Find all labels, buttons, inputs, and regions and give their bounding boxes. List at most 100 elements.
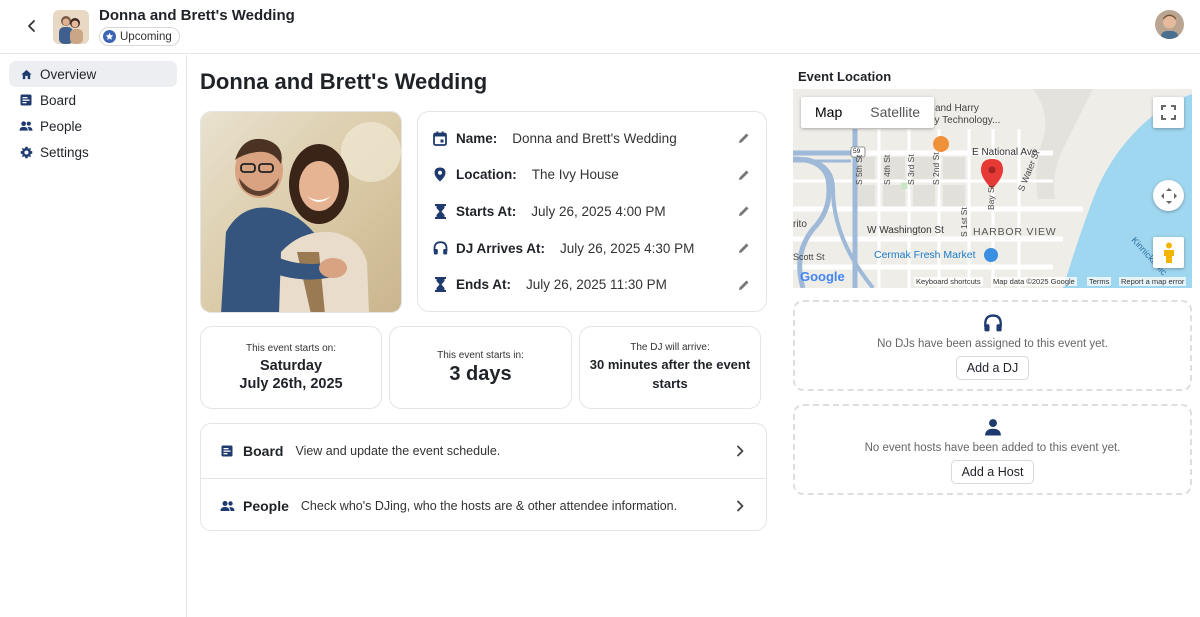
fullscreen-icon (1161, 105, 1176, 120)
event-location-heading: Event Location (798, 69, 892, 84)
link-board[interactable]: Board View and update the event schedule… (201, 424, 766, 478)
map-footer: Keyboard shortcuts Map data ©2025 Google… (793, 275, 1192, 288)
dj-empty-state: No DJs have been assigned to this event … (793, 300, 1192, 391)
map-label: S 3rd St (906, 154, 916, 185)
map-label: Bay St (986, 184, 996, 210)
dj-empty-text: No DJs have been assigned to this event … (877, 338, 1108, 350)
app-header: Donna and Brett's Wedding Upcoming (0, 0, 1200, 54)
detail-row-location: Location: The Ivy House (432, 157, 752, 194)
starts-on-day: Saturday (259, 357, 323, 374)
detail-value: July 26, 2025 11:30 PM (526, 277, 667, 293)
user-avatar[interactable] (1155, 10, 1184, 39)
sidebar: Overview Board People Settings (0, 55, 187, 617)
starts-on-card: This event starts on: Saturday July 26th… (200, 326, 382, 409)
pan-arrows-icon (1160, 187, 1177, 204)
detail-value: July 26, 2025 4:30 PM (560, 240, 695, 256)
detail-row-starts: Starts At: July 26, 2025 4:00 PM (432, 193, 752, 230)
add-dj-button[interactable]: Add a DJ (955, 356, 1030, 380)
board-icon (219, 443, 235, 459)
pencil-icon[interactable] (736, 203, 752, 219)
sidebar-item-label: Settings (40, 144, 89, 160)
headphones-icon (432, 240, 448, 256)
map-label: Scott St (793, 252, 825, 262)
detail-label: Ends At: (456, 277, 511, 293)
headphones-icon (795, 314, 1190, 332)
location-map[interactable]: and Harry ey Technology... E National Av… (793, 89, 1192, 288)
sidebar-item-people[interactable]: People (9, 113, 177, 139)
sidebar-item-settings[interactable]: Settings (9, 139, 177, 165)
detail-value: Donna and Brett's Wedding (512, 130, 677, 146)
link-description: Check who's DJing, who the hosts are & o… (300, 498, 678, 513)
link-title: Board (243, 443, 284, 459)
add-host-button[interactable]: Add a Host (950, 460, 1035, 484)
status-badge: Upcoming (99, 27, 180, 46)
map-label: Cermak Fresh Market (874, 249, 976, 261)
map-label: S 1st St (959, 207, 969, 237)
link-people[interactable]: People Check who's DJing, who the hosts … (201, 478, 766, 530)
page-title: Donna and Brett's Wedding (200, 69, 488, 94)
starts-in-caption: This event starts in: (437, 349, 524, 361)
map-label: E National Ave (972, 147, 1038, 158)
detail-value: The Ivy House (531, 167, 619, 183)
person-icon (795, 418, 1190, 436)
detail-label: Starts At: (456, 203, 517, 219)
link-title: People (243, 497, 289, 514)
hourglass-icon (432, 277, 448, 293)
hourglass-icon (432, 203, 448, 219)
map-label: S 4th St (882, 154, 892, 185)
link-description: View and update the event schedule. (295, 444, 501, 458)
map-type-tabs: Map Satellite (801, 97, 935, 128)
chevron-right-icon (732, 443, 748, 459)
detail-label: Name: (456, 130, 498, 146)
pegman-icon (1163, 242, 1174, 263)
gear-icon (19, 145, 33, 159)
board-icon (19, 93, 33, 107)
host-empty-state: No event hosts have been added to this e… (793, 404, 1192, 495)
pencil-icon[interactable] (736, 240, 752, 256)
sidebar-item-label: Overview (40, 66, 97, 82)
sidebar-item-label: Board (40, 92, 77, 108)
dj-arrive-line2: starts (652, 376, 688, 391)
people-icon (19, 119, 33, 133)
map-label: and Harry (935, 103, 979, 114)
map-label: rito (793, 219, 807, 230)
dj-arrive-line1: 30 minutes after the event (589, 357, 751, 372)
starts-on-caption: This event starts on: (245, 342, 337, 354)
map-label: S 2nd St (931, 152, 941, 185)
header-title: Donna and Brett's Wedding (99, 7, 295, 24)
map-label: HARBOR VIEW (973, 226, 1057, 238)
calendar-icon (432, 130, 448, 146)
dj-arrive-caption: The DJ will arrive: (630, 342, 710, 353)
host-empty-text: No event hosts have been added to this e… (864, 442, 1121, 454)
map-label: S 5th St (854, 154, 864, 185)
terms-link[interactable]: Terms (1087, 277, 1112, 286)
map-data-credit: Map data ©2025 Google (991, 277, 1077, 286)
fullscreen-button[interactable] (1153, 97, 1184, 128)
tab-satellite[interactable]: Satellite (856, 97, 934, 128)
event-thumbnail (53, 10, 89, 44)
detail-row-dj-arrives: DJ Arrives At: July 26, 2025 4:30 PM (432, 230, 752, 267)
tab-map[interactable]: Map (801, 97, 856, 128)
detail-row-name: Name: Donna and Brett's Wedding (432, 120, 752, 157)
starts-on-date: July 26th, 2025 (239, 375, 343, 392)
keyboard-shortcuts-link[interactable]: Keyboard shortcuts (914, 277, 983, 286)
pencil-icon[interactable] (736, 130, 752, 146)
sidebar-item-board[interactable]: Board (9, 87, 177, 113)
sidebar-item-overview[interactable]: Overview (9, 61, 177, 87)
pencil-icon[interactable] (736, 167, 752, 183)
detail-value: July 26, 2025 4:00 PM (531, 203, 666, 219)
starts-in-card: This event starts in: 3 days (389, 326, 572, 409)
pan-control[interactable] (1153, 180, 1184, 211)
event-details-card: Name: Donna and Brett's Wedding Location… (417, 111, 767, 312)
street-view-button[interactable] (1153, 237, 1184, 268)
starts-in-value: 3 days (449, 362, 512, 385)
chevron-right-icon (732, 498, 748, 514)
sidebar-item-label: People (40, 118, 83, 134)
back-button[interactable] (20, 14, 44, 38)
report-error-link[interactable]: Report a map error (1119, 277, 1187, 286)
map-label: ey Technology... (929, 115, 1001, 126)
pencil-icon[interactable] (736, 277, 752, 293)
event-photo (200, 111, 402, 313)
people-icon (219, 498, 235, 514)
detail-row-ends: Ends At: July 26, 2025 11:30 PM (432, 266, 752, 303)
